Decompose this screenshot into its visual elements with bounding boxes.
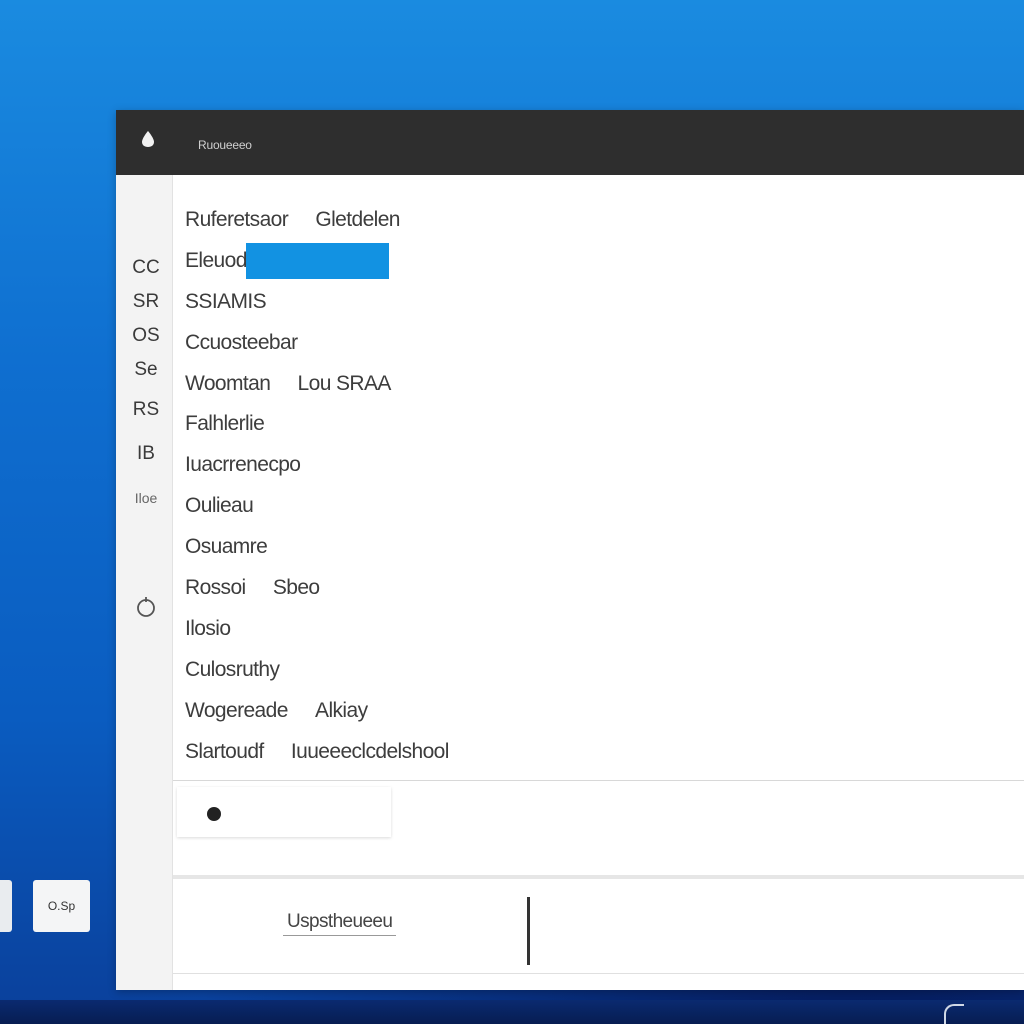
list-item[interactable]: Ccuosteebar xyxy=(185,330,449,371)
list-item-label: Iuacrrenecpo xyxy=(185,453,301,477)
footer-link[interactable]: Uspstheueeu xyxy=(283,911,397,936)
list-item-label: Wogereade xyxy=(185,698,288,722)
settings-list: Ruferetsaor Gletdelen Eleuodednofen SSIA… xyxy=(185,207,449,779)
list-item-label: Culosruthy xyxy=(185,657,280,681)
list-item-label: Woomtan xyxy=(185,371,271,395)
list-item[interactable]: Iuacrrenecpo xyxy=(185,452,449,493)
rail-item-3[interactable]: OS xyxy=(126,325,166,347)
desktop-tile[interactable]: O.Sp xyxy=(33,880,90,932)
primary-button[interactable] xyxy=(246,243,389,279)
drop-icon xyxy=(142,131,154,147)
list-item[interactable]: SSIAMIS xyxy=(185,289,449,330)
power-icon[interactable] xyxy=(135,595,157,617)
action-row xyxy=(177,787,391,837)
list-item[interactable]: Falhlerlie xyxy=(185,411,449,452)
rail-item-4[interactable]: Se xyxy=(126,359,166,381)
list-item-label: Oulieau xyxy=(185,494,254,518)
rail-item-6[interactable]: IB xyxy=(126,443,166,465)
divider xyxy=(173,973,1024,974)
app-window: Ruoueeeo CC SR OS Se RS IB Iloe M Rufere… xyxy=(116,110,1024,1024)
main-content: Ruferetsaor Gletdelen Eleuodednofen SSIA… xyxy=(173,175,1024,990)
list-item[interactable]: Osuamre xyxy=(185,534,449,575)
list-item-label: Osuamre xyxy=(185,535,268,559)
rail-item-7[interactable]: Iloe xyxy=(126,487,166,509)
list-item[interactable]: Ilosio xyxy=(185,616,449,657)
list-item-label: Falhlerlie xyxy=(185,412,265,436)
rail-item-1[interactable]: CC xyxy=(126,257,166,279)
list-item-label: Rossoi xyxy=(185,576,246,600)
title-bar[interactable]: Ruoueeeo xyxy=(116,110,1024,175)
left-rail: CC SR OS Se RS IB Iloe M xyxy=(116,175,173,1024)
list-item-label: Ilosio xyxy=(185,616,231,640)
taskbar xyxy=(0,1000,1024,1024)
list-item[interactable]: Slartoudf Iuueeeclcdelshool xyxy=(185,739,449,780)
radio-button[interactable] xyxy=(207,807,221,821)
list-item-secondary: Iuueeeclcdelshool xyxy=(290,739,450,763)
text-caret xyxy=(527,897,530,965)
list-item[interactable]: Rossoi Sbeo xyxy=(185,575,449,616)
list-item-secondary: Lou SRAA xyxy=(297,371,392,395)
rail-item-5[interactable]: RS xyxy=(126,399,166,421)
desktop-tile-label: O.Sp xyxy=(47,899,76,913)
list-item-secondary: Gletdelen xyxy=(315,208,400,231)
list-item-label: Ruferetsaor xyxy=(185,208,289,231)
rail-item-2[interactable]: SR xyxy=(126,291,166,313)
desktop-tile-partial[interactable] xyxy=(0,880,12,932)
list-item[interactable]: Ruferetsaor Gletdelen xyxy=(185,207,449,248)
window-title: Ruoueeeo xyxy=(198,138,252,152)
list-item[interactable]: Woomtan Lou SRAA xyxy=(185,371,449,412)
list-item[interactable]: Oulieau xyxy=(185,493,449,534)
list-item-secondary: Alkiay xyxy=(315,698,368,722)
divider xyxy=(173,875,1024,879)
divider xyxy=(173,780,1024,781)
list-item-label: Ccuosteebar xyxy=(185,330,298,354)
list-item-secondary: Sbeo xyxy=(272,576,320,600)
list-item-label: Slartoudf xyxy=(185,739,264,763)
list-item[interactable]: Culosruthy xyxy=(185,657,449,698)
taskbar-icon[interactable] xyxy=(944,1004,964,1024)
list-item-label: SSIAMIS xyxy=(185,289,267,313)
list-item[interactable]: Wogereade Alkiay xyxy=(185,698,449,739)
